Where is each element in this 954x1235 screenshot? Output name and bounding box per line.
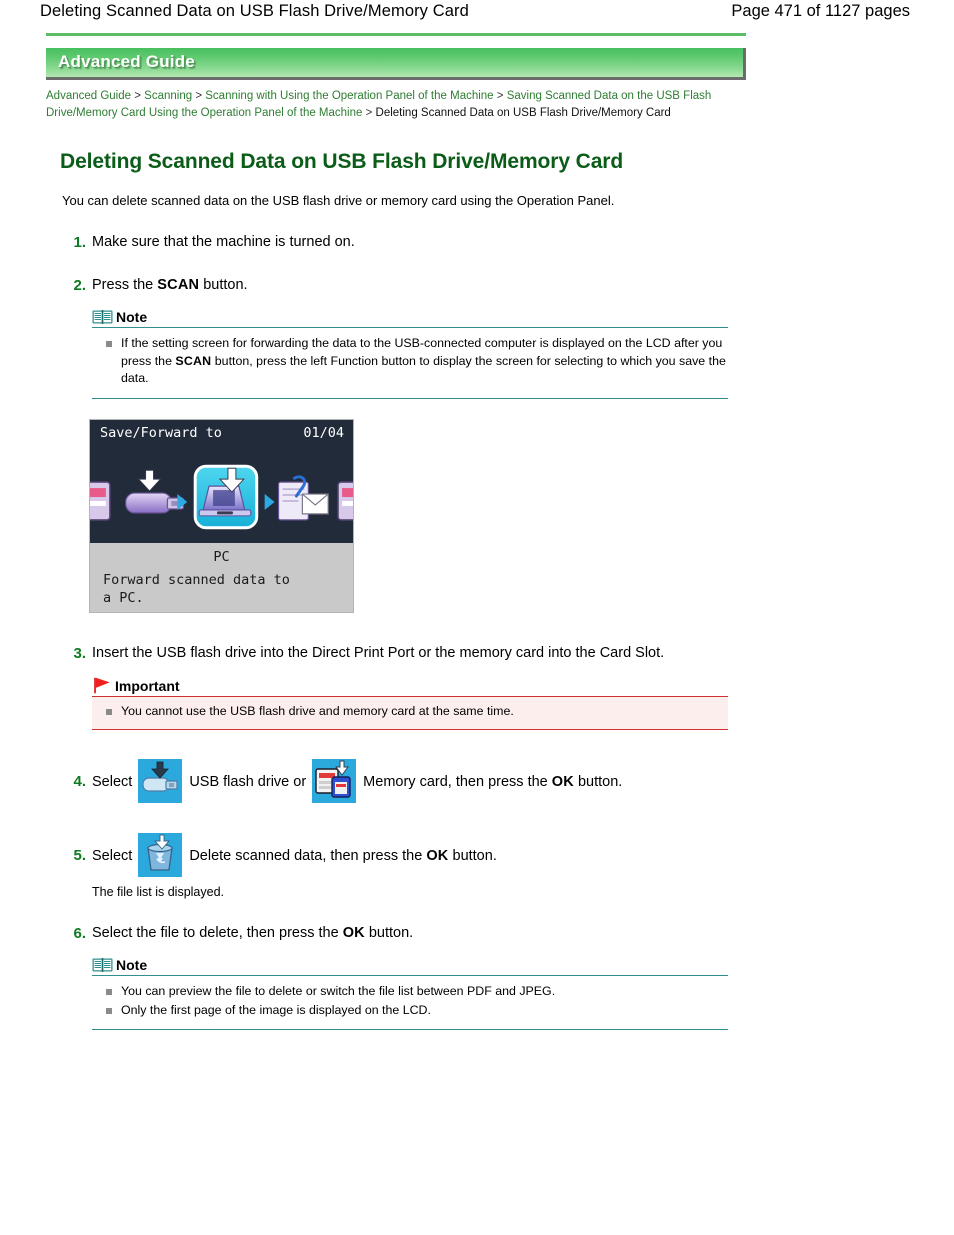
step-2: 2. Press the SCAN button. bbox=[62, 275, 746, 296]
memory-card-save-icon bbox=[312, 759, 357, 804]
step-5-subtext: The file list is displayed. bbox=[92, 885, 225, 900]
open-book-icon bbox=[92, 309, 113, 325]
step-1-number: 1. bbox=[73, 234, 86, 251]
step-2-text-post: button. bbox=[199, 277, 248, 293]
note-callout-1-header: Note bbox=[92, 309, 728, 327]
note-item-post: button, press the left Function button t… bbox=[121, 353, 726, 386]
page-title: Deleting Scanned Data on USB Flash Drive… bbox=[60, 150, 624, 173]
breadcrumb-item-current: Deleting Scanned Data on USB Flash Drive… bbox=[375, 107, 671, 119]
step-2-text-pre: Press the bbox=[92, 277, 158, 293]
lcd-bottom-panel: PC Forward scanned data to a PC. bbox=[90, 542, 353, 612]
content-column: Advanced Guide Advanced Guide > Scanning… bbox=[46, 48, 746, 1031]
lcd-description: Forward scanned data to a PC. bbox=[103, 571, 290, 607]
step-2-number: 2. bbox=[73, 277, 86, 294]
note-callout-2-item-1: Only the first page of the image is disp… bbox=[92, 1002, 728, 1020]
important-callout-list: You cannot use the USB flash drive and m… bbox=[92, 703, 728, 721]
breadcrumb-separator: > bbox=[496, 90, 504, 102]
step-3-number: 3. bbox=[73, 644, 86, 662]
note-callout-1: Note If the setting screen for forwardin… bbox=[92, 309, 728, 399]
important-callout-body: You cannot use the USB flash drive and m… bbox=[92, 695, 728, 730]
breadcrumb: Advanced Guide > Scanning > Scanning wit… bbox=[46, 88, 736, 122]
memory-card-icon bbox=[337, 480, 353, 521]
step-5-text-2: Delete scanned data, then press the bbox=[189, 848, 423, 865]
page-header-title: Deleting Scanned Data on USB Flash Drive… bbox=[40, 2, 469, 20]
step-6-number: 6. bbox=[73, 925, 86, 943]
red-flag-icon bbox=[92, 677, 112, 694]
email-attachment-icon bbox=[277, 474, 329, 520]
step-6-text-post: button. bbox=[364, 925, 414, 942]
intro-paragraph: You can delete scanned data on the USB f… bbox=[62, 193, 615, 208]
note-callout-2-body: You can preview the file to delete or sw… bbox=[92, 975, 728, 1031]
step-3-text: Insert the USB flash drive into the Dire… bbox=[92, 644, 665, 661]
usb-flash-drive-save-icon bbox=[138, 759, 183, 804]
step-4-number: 4. bbox=[73, 773, 86, 790]
step-4-text-3: Memory card, then press the bbox=[363, 774, 548, 790]
step-4-text-1: Select bbox=[92, 774, 133, 790]
lcd-selected-label: PC bbox=[213, 548, 230, 565]
ok-button-label: OK bbox=[426, 848, 449, 865]
step-1: 1. Make sure that the machine is turned … bbox=[62, 232, 746, 253]
step-5-text-3: button. bbox=[452, 848, 497, 865]
advanced-guide-banner: Advanced Guide bbox=[46, 48, 746, 80]
note-callout-2-label: Note bbox=[116, 957, 148, 974]
open-book-icon bbox=[92, 957, 113, 973]
step-4-text-2: USB flash drive or bbox=[189, 774, 307, 790]
trash-bin-icon bbox=[138, 833, 183, 878]
ok-button-label: OK bbox=[342, 925, 365, 942]
usb-flash-drive-icon bbox=[125, 469, 184, 513]
scan-button-label: SCAN bbox=[175, 353, 212, 368]
note-callout-1-item-0: If the setting screen for forwarding the… bbox=[92, 335, 728, 388]
lcd-title: Save/Forward to bbox=[100, 424, 222, 441]
step-6: 6. Select the file to delete, then press… bbox=[62, 923, 746, 944]
step-4-text-4: button. bbox=[577, 774, 623, 790]
note-callout-1-body: If the setting screen for forwarding the… bbox=[92, 327, 728, 399]
breadcrumb-separator: > bbox=[195, 90, 203, 102]
note-callout-2-header: Note bbox=[92, 957, 728, 975]
note-callout-2: Note You can preview the file to delete … bbox=[92, 957, 728, 1031]
important-callout-item-0: You cannot use the USB flash drive and m… bbox=[92, 703, 728, 721]
breadcrumb-item-1[interactable]: Scanning bbox=[144, 90, 192, 102]
step-5-text-1: Select bbox=[92, 848, 133, 865]
step-6-text-pre: Select the file to delete, then press th… bbox=[92, 925, 343, 942]
breadcrumb-separator: > bbox=[134, 90, 141, 102]
breadcrumb-item-2[interactable]: Scanning with Using the Operation Panel … bbox=[205, 90, 493, 102]
breadcrumb-separator: > bbox=[365, 107, 373, 119]
note-callout-1-list: If the setting screen for forwarding the… bbox=[92, 335, 728, 388]
step-1-text: Make sure that the machine is turned on. bbox=[92, 234, 355, 250]
scan-button-label: SCAN bbox=[157, 277, 200, 293]
page-number-label: Page 471 of 1127 pages bbox=[731, 2, 910, 20]
step-4: 4. Select USB flash drive or Memory card… bbox=[62, 759, 746, 804]
step-5: 5. Select Delete scanned data, then press… bbox=[62, 833, 746, 878]
memory-card-icon bbox=[90, 480, 111, 521]
note-callout-1-label: Note bbox=[116, 309, 148, 325]
pc-laptop-icon bbox=[193, 464, 259, 529]
advanced-guide-banner-label: Advanced Guide bbox=[58, 52, 195, 71]
lcd-description-line1: Forward scanned data to bbox=[103, 571, 290, 588]
breadcrumb-item-0[interactable]: Advanced Guide bbox=[46, 90, 131, 102]
important-callout-label: Important bbox=[115, 677, 180, 694]
page-header: Deleting Scanned Data on USB Flash Drive… bbox=[0, 0, 954, 36]
header-divider bbox=[46, 33, 746, 36]
ok-button-label: OK bbox=[551, 774, 574, 790]
note-callout-2-list: You can preview the file to delete or sw… bbox=[92, 983, 728, 1019]
lcd-counter: 01/04 bbox=[303, 424, 344, 441]
lcd-icon-carousel bbox=[90, 464, 353, 529]
important-callout: Important You cannot use the USB flash d… bbox=[92, 677, 728, 730]
step-3: 3. Insert the USB flash drive into the D… bbox=[62, 643, 746, 664]
lcd-screenshot: Save/Forward to 01/04 PC Forward scanned… bbox=[89, 418, 354, 613]
step-5-number: 5. bbox=[73, 847, 86, 865]
lcd-description-line2: a PC. bbox=[103, 589, 144, 606]
important-callout-header: Important bbox=[92, 677, 728, 696]
lcd-top-panel: Save/Forward to 01/04 bbox=[90, 419, 353, 543]
note-callout-2-item-0: You can preview the file to delete or sw… bbox=[92, 983, 728, 1001]
